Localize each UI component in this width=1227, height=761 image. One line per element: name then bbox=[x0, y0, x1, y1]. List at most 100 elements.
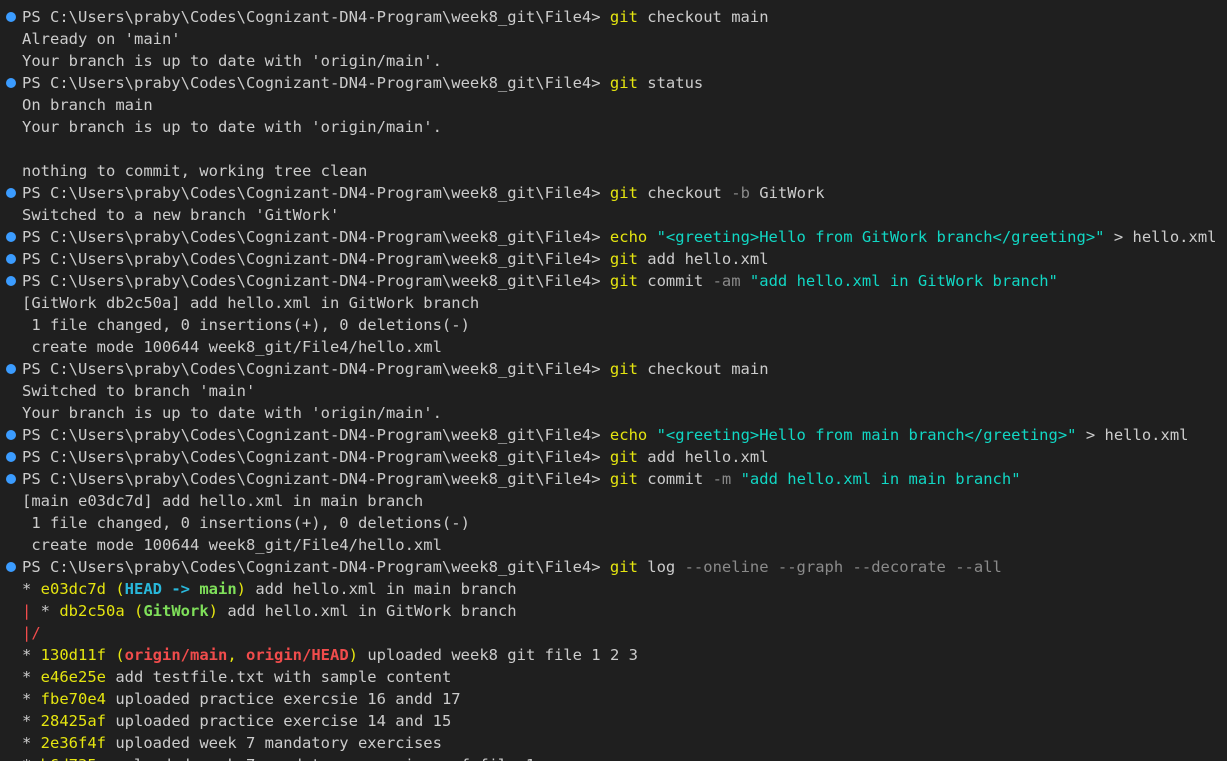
output-line: [main e03dc7d] add hello.xml in main bra… bbox=[0, 490, 1227, 512]
terminal-text-segment: > hello.xml bbox=[1104, 228, 1217, 246]
terminal-text-segment: Your branch is up to date with 'origin/m… bbox=[22, 52, 442, 70]
terminal-text-segment: b6d735c bbox=[41, 756, 106, 761]
terminal-text-segment: -am bbox=[712, 272, 741, 290]
terminal-text-segment: [main e03dc7d] add hello.xml in main bra… bbox=[22, 492, 424, 510]
output-line: Switched to a new branch 'GitWork' bbox=[0, 204, 1227, 226]
output-line: create mode 100644 week8_git/File4/hello… bbox=[0, 534, 1227, 556]
output-line: * 28425af uploaded practice exercise 14 … bbox=[0, 710, 1227, 732]
output-line: 1 file changed, 0 insertions(+), 0 delet… bbox=[0, 512, 1227, 534]
terminal-text-segment: * bbox=[22, 580, 41, 598]
terminal-text-segment: git bbox=[609, 448, 638, 466]
terminal-text-segment: ) bbox=[208, 602, 219, 620]
terminal-text-segment: main bbox=[199, 580, 237, 598]
terminal-text-segment: -b bbox=[731, 184, 750, 202]
terminal-text-segment: * bbox=[22, 646, 41, 664]
terminal-text-segment: PS C:\Users\praby\Codes\Cognizant-DN4-Pr… bbox=[22, 448, 610, 466]
terminal-text-segment: ) bbox=[348, 646, 358, 664]
terminal-text-segment: create mode 100644 week8_git/File4/hello… bbox=[22, 338, 442, 356]
terminal-text-segment: e46e25e bbox=[40, 668, 106, 686]
terminal-text-segment: git bbox=[609, 558, 638, 576]
terminal-text-segment: git bbox=[609, 360, 638, 378]
terminal-text-segment: PS C:\Users\praby\Codes\Cognizant-DN4-Pr… bbox=[22, 360, 610, 378]
command-decoration-dot-icon[interactable] bbox=[6, 232, 16, 242]
terminal-text-segment: uploaded week 7 mandatory exercises of f… bbox=[106, 756, 535, 761]
terminal-text-segment: ( bbox=[106, 580, 125, 598]
terminal-text-segment: * bbox=[22, 756, 41, 761]
terminal-text-segment: |/ bbox=[22, 624, 41, 642]
terminal-text-segment: Switched to a new branch 'GitWork' bbox=[22, 206, 340, 224]
output-line: * e46e25e add testfile.txt with sample c… bbox=[0, 666, 1227, 688]
terminal-text-segment: echo bbox=[609, 228, 648, 246]
terminal-text-segment: checkout main bbox=[637, 360, 769, 378]
output-line: * e03dc7d (HEAD -> main) add hello.xml i… bbox=[0, 578, 1227, 600]
terminal-text-segment: ) bbox=[236, 580, 246, 598]
output-line: On branch main bbox=[0, 94, 1227, 116]
terminal-text-segment: , bbox=[227, 646, 246, 664]
command-decoration-dot-icon[interactable] bbox=[6, 78, 16, 88]
terminal-text-segment: log bbox=[637, 558, 685, 576]
terminal-text-segment: HEAD -> bbox=[124, 580, 200, 598]
prompt-line: PS C:\Users\praby\Codes\Cognizant-DN4-Pr… bbox=[0, 6, 1227, 28]
terminal-text-segment: git bbox=[609, 272, 638, 290]
terminal-text-segment: 130d11f bbox=[40, 646, 106, 664]
output-line: * 130d11f (origin/main, origin/HEAD) upl… bbox=[0, 644, 1227, 666]
terminal-text-segment: create mode 100644 week8_git/File4/hello… bbox=[22, 536, 442, 554]
terminal-text-segment: | bbox=[22, 602, 41, 620]
terminal-text-segment: add hello.xml in main branch bbox=[246, 580, 517, 598]
terminal-text-segment: commit bbox=[637, 272, 713, 290]
terminal-text-segment: uploaded week 7 mandatory exercises bbox=[106, 734, 442, 752]
command-decoration-dot-icon[interactable] bbox=[6, 364, 16, 374]
output-line: | * db2c50a (GitWork) add hello.xml in G… bbox=[0, 600, 1227, 622]
terminal-text-segment: git bbox=[609, 8, 638, 26]
terminal-text-segment: [GitWork db2c50a] add hello.xml in GitWo… bbox=[22, 294, 480, 312]
command-decoration-dot-icon[interactable] bbox=[6, 430, 16, 440]
prompt-line: PS C:\Users\praby\Codes\Cognizant-DN4-Pr… bbox=[0, 72, 1227, 94]
terminal-text-segment: "<greeting>Hello from main branch</greet… bbox=[656, 426, 1077, 444]
terminal-text-segment: PS C:\Users\praby\Codes\Cognizant-DN4-Pr… bbox=[22, 426, 610, 444]
output-line: 1 file changed, 0 insertions(+), 0 delet… bbox=[0, 314, 1227, 336]
terminal-text-segment: add hello.xml bbox=[637, 250, 769, 268]
output-line: nothing to commit, working tree clean bbox=[0, 160, 1227, 182]
terminal-text-segment: origin/HEAD bbox=[246, 646, 349, 664]
terminal-text-segment: Switched to branch 'main' bbox=[22, 382, 256, 400]
terminal-text-segment: checkout main bbox=[637, 8, 769, 26]
terminal-output[interactable]: PS C:\Users\praby\Codes\Cognizant-DN4-Pr… bbox=[0, 0, 1227, 761]
terminal-text-segment: PS C:\Users\praby\Codes\Cognizant-DN4-Pr… bbox=[22, 74, 610, 92]
prompt-line: PS C:\Users\praby\Codes\Cognizant-DN4-Pr… bbox=[0, 248, 1227, 270]
prompt-line: PS C:\Users\praby\Codes\Cognizant-DN4-Pr… bbox=[0, 358, 1227, 380]
command-decoration-dot-icon[interactable] bbox=[6, 254, 16, 264]
terminal-text-segment: 1 file changed, 0 insertions(+), 0 delet… bbox=[22, 514, 470, 532]
command-decoration-dot-icon[interactable] bbox=[6, 12, 16, 22]
terminal-text-segment: "<greeting>Hello from GitWork branch</gr… bbox=[656, 228, 1105, 246]
terminal-text-segment: add testfile.txt with sample content bbox=[106, 668, 452, 686]
terminal-text-segment: "add hello.xml in main branch" bbox=[740, 470, 1021, 488]
terminal-text-segment: ( bbox=[106, 646, 125, 664]
terminal-text-segment: 28425af bbox=[40, 712, 106, 730]
terminal-text-segment: PS C:\Users\praby\Codes\Cognizant-DN4-Pr… bbox=[22, 558, 610, 576]
terminal-text-segment: On branch main bbox=[22, 96, 153, 114]
command-decoration-dot-icon[interactable] bbox=[6, 276, 16, 286]
terminal-text-segment: PS C:\Users\praby\Codes\Cognizant-DN4-Pr… bbox=[22, 184, 610, 202]
terminal-text-segment: uploaded week8 git file 1 2 3 bbox=[358, 646, 638, 664]
prompt-line: PS C:\Users\praby\Codes\Cognizant-DN4-Pr… bbox=[0, 226, 1227, 248]
terminal-text-segment: fbe70e4 bbox=[40, 690, 106, 708]
terminal-text-segment: GitWork bbox=[143, 602, 209, 620]
command-decoration-dot-icon[interactable] bbox=[6, 562, 16, 572]
terminal-text-segment: * bbox=[22, 690, 41, 708]
terminal-text-segment: Already on 'main' bbox=[22, 30, 181, 48]
terminal-text-segment: git bbox=[609, 74, 638, 92]
terminal-text-segment: GitWork bbox=[749, 184, 825, 202]
terminal-text-segment: --oneline --graph --decorate --all bbox=[684, 558, 1002, 576]
command-decoration-dot-icon[interactable] bbox=[6, 474, 16, 484]
command-decoration-dot-icon[interactable] bbox=[6, 188, 16, 198]
output-line: create mode 100644 week8_git/File4/hello… bbox=[0, 336, 1227, 358]
terminal-text-segment: git bbox=[609, 250, 638, 268]
terminal-text-segment: PS C:\Users\praby\Codes\Cognizant-DN4-Pr… bbox=[22, 8, 610, 26]
command-decoration-dot-icon[interactable] bbox=[6, 452, 16, 462]
terminal-text-segment: commit bbox=[637, 470, 713, 488]
terminal-text-segment: * bbox=[22, 668, 41, 686]
terminal-text-segment: e03dc7d bbox=[40, 580, 106, 598]
output-line: Your branch is up to date with 'origin/m… bbox=[0, 116, 1227, 138]
